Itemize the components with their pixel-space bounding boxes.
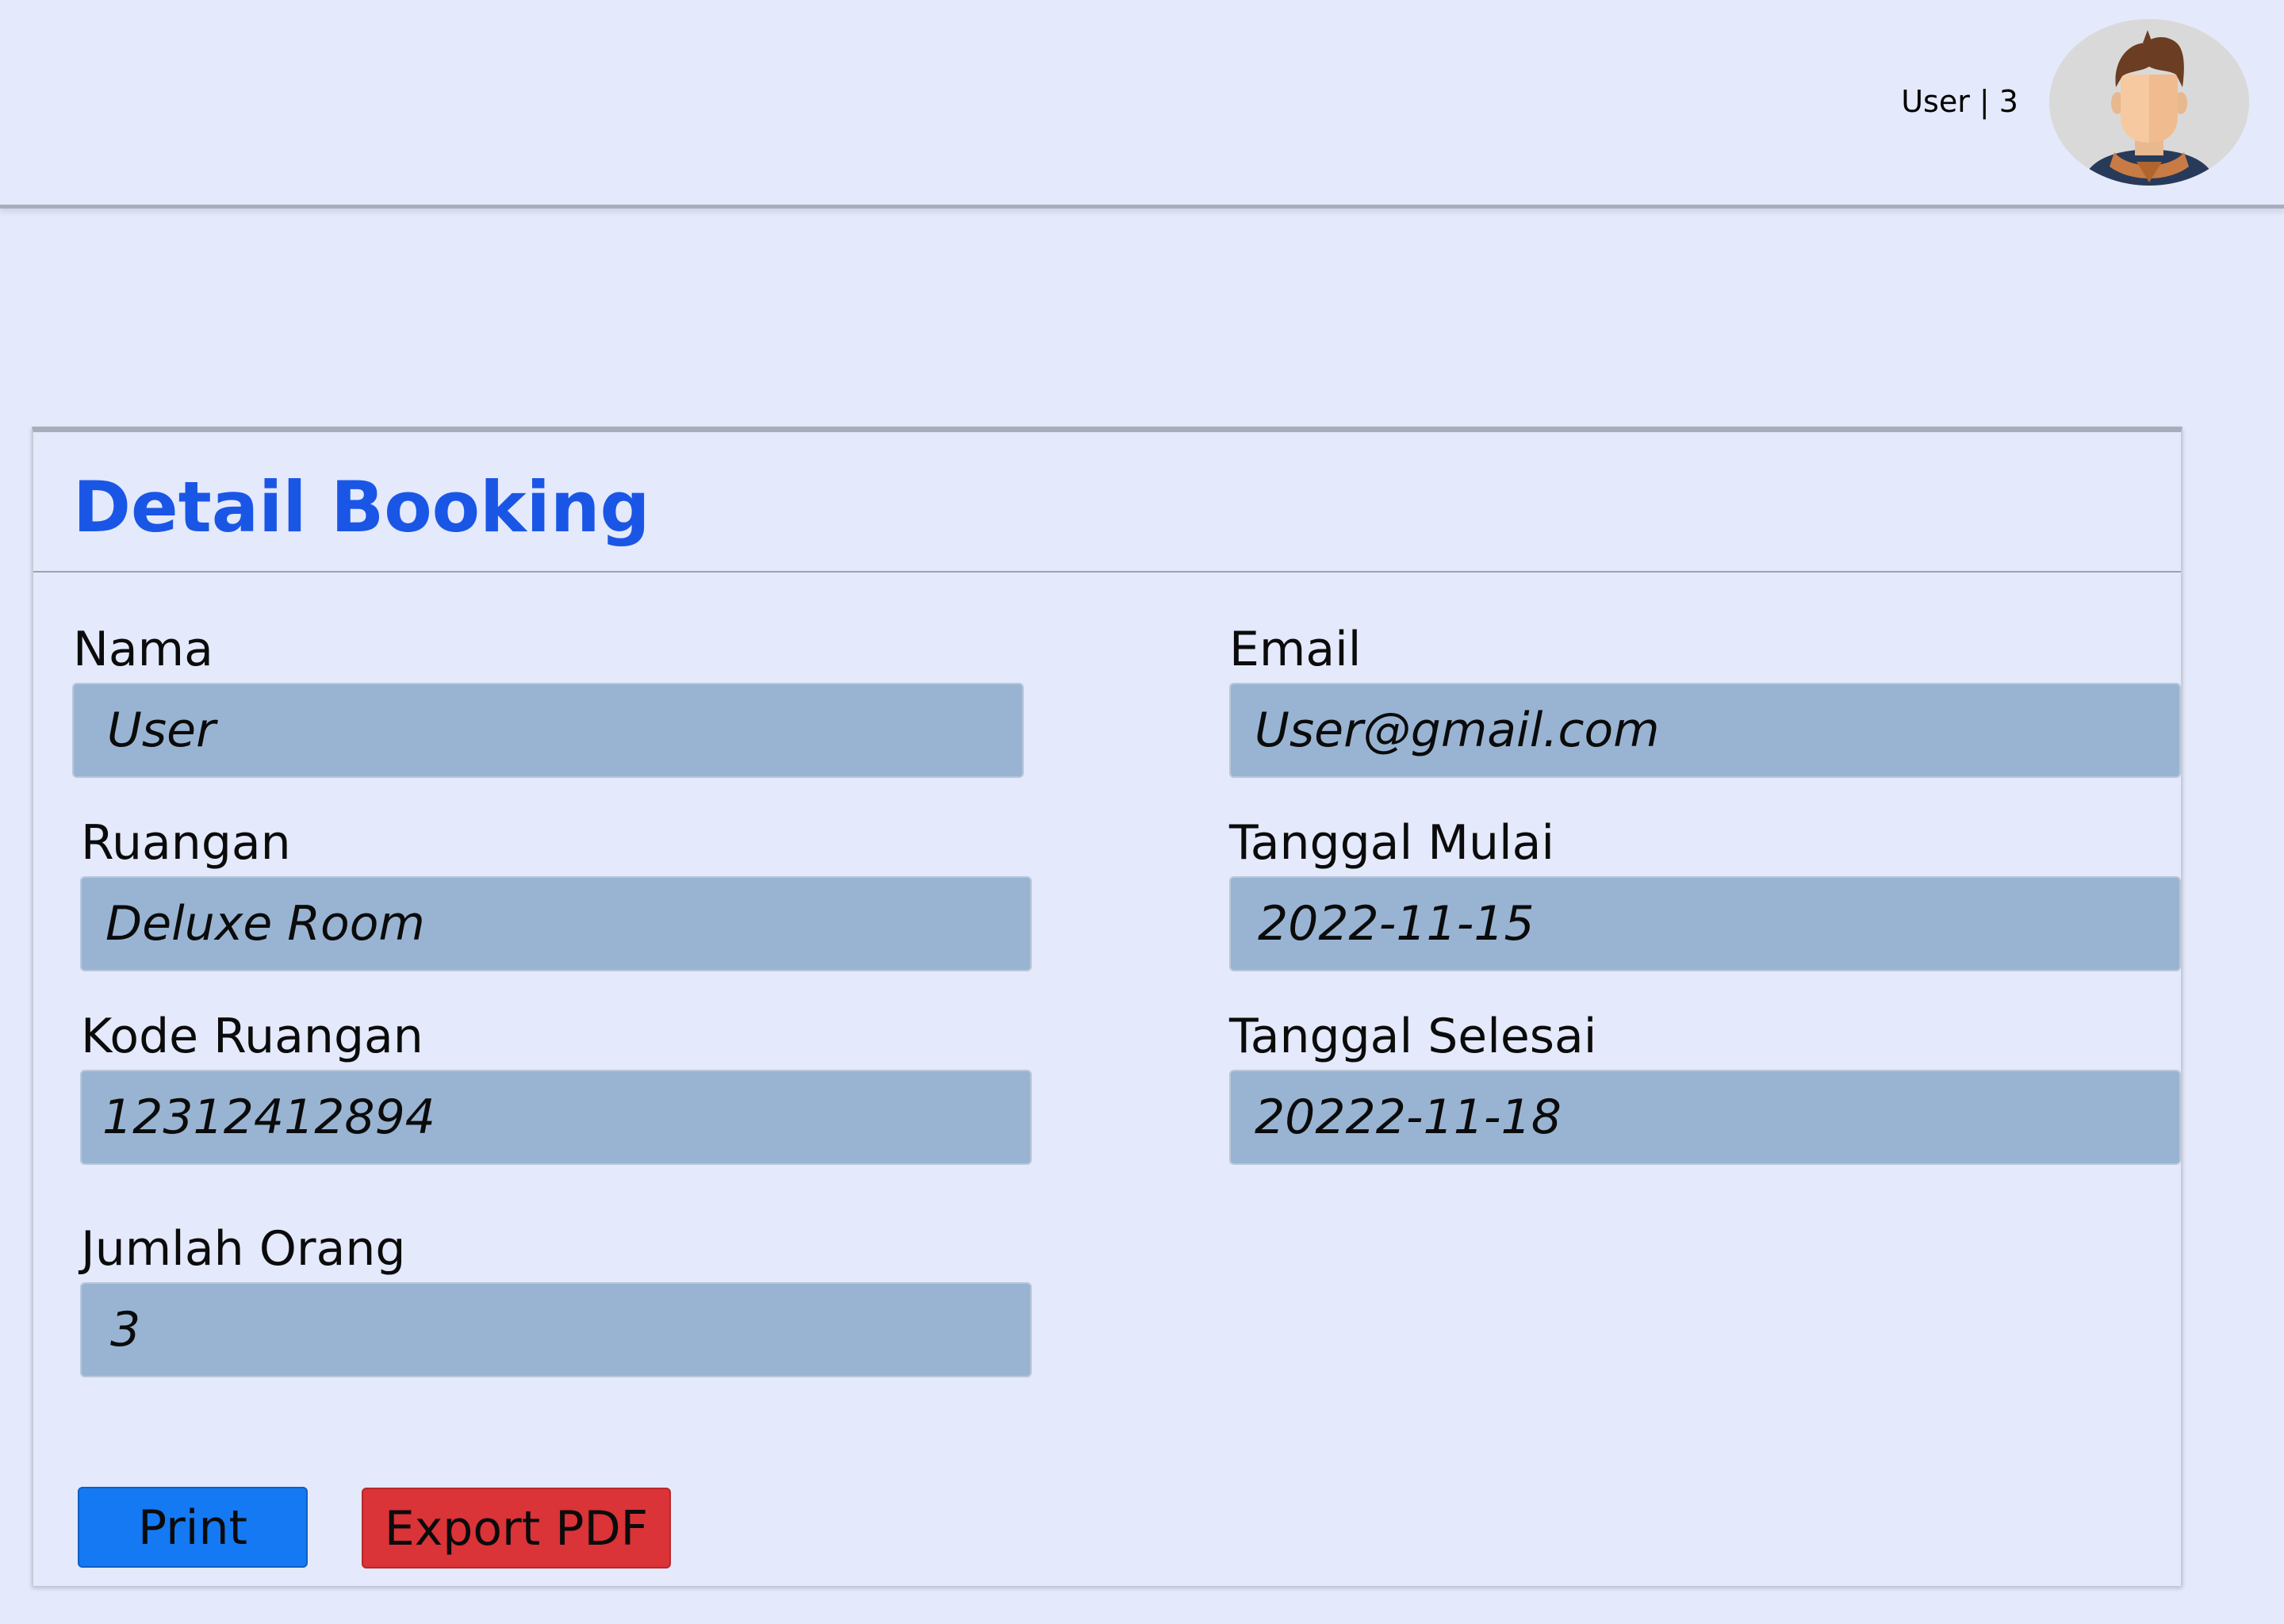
email-field[interactable]: User@gmail.com xyxy=(1229,683,2181,778)
top-navbar: User | 3 xyxy=(0,0,2284,209)
email-label: Email xyxy=(1229,622,1362,677)
ruangan-label: Ruangan xyxy=(81,815,291,871)
card-title: Detail Booking xyxy=(73,466,650,548)
user-avatar-icon[interactable] xyxy=(2049,19,2249,186)
ruangan-field[interactable]: Deluxe Room xyxy=(80,876,1032,971)
tanggal-selesai-field[interactable]: 20222-11-18 xyxy=(1229,1070,2181,1165)
nama-label: Nama xyxy=(73,622,213,677)
card-divider xyxy=(33,571,2181,573)
tanggal-selesai-label: Tanggal Selesai xyxy=(1229,1009,1597,1064)
kode-ruangan-label: Kode Ruangan xyxy=(81,1009,423,1064)
nama-field[interactable]: User xyxy=(72,683,1024,778)
export-pdf-button[interactable]: Export PDF xyxy=(362,1488,671,1568)
tanggal-mulai-label: Tanggal Mulai xyxy=(1229,815,1555,871)
print-button[interactable]: Print xyxy=(78,1487,308,1568)
kode-ruangan-field[interactable]: 12312412894 xyxy=(80,1070,1032,1165)
booking-detail-card: Detail Booking Nama User Email User@gmai… xyxy=(32,427,2182,1586)
jumlah-orang-field[interactable]: 3 xyxy=(80,1282,1032,1377)
user-label: User | 3 xyxy=(1901,84,2018,119)
tanggal-mulai-field[interactable]: 2022-11-15 xyxy=(1229,876,2181,971)
jumlah-orang-label: Jumlah Orang xyxy=(81,1221,406,1277)
